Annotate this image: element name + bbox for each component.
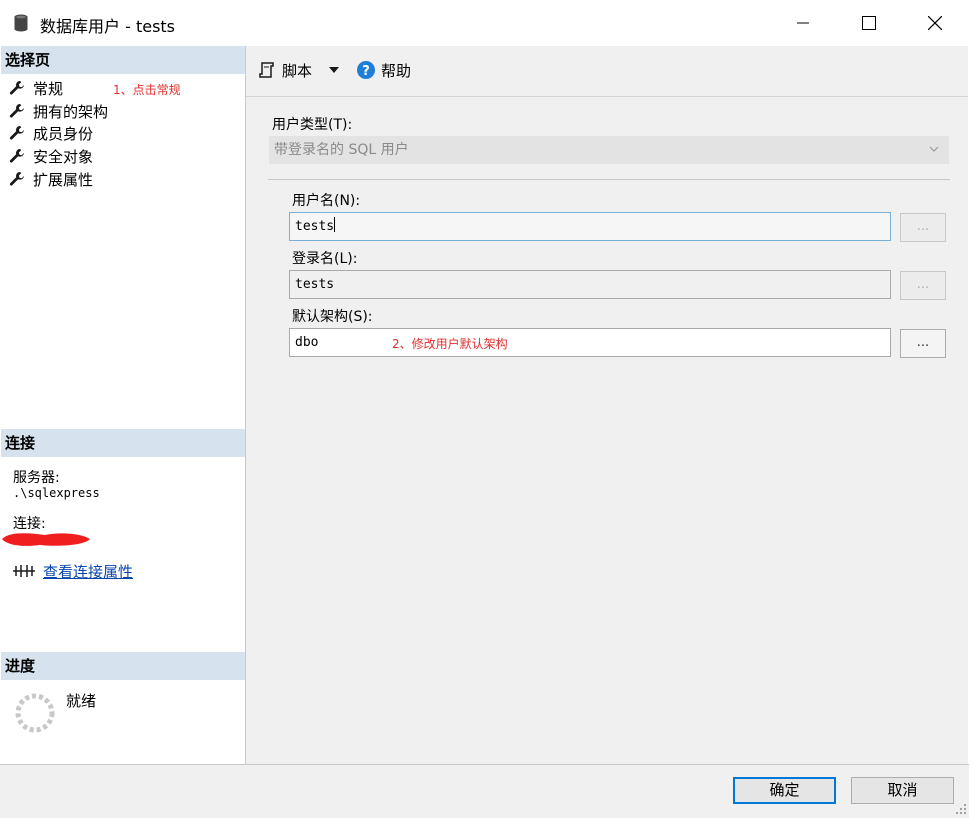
- toolbar: [246, 46, 968, 97]
- group-divider: [268, 179, 950, 180]
- view-connection-properties-link[interactable]: 查看连接属性: [43, 561, 133, 582]
- page-item-label: 常规: [33, 79, 64, 98]
- default-schema-browse-button[interactable]: ...: [900, 329, 946, 358]
- page-item-membership[interactable]: 成员身份: [9, 122, 93, 144]
- server-label: 服务器:: [13, 470, 60, 486]
- redaction-mark: [2, 533, 90, 546]
- ok-button[interactable]: 确定: [733, 777, 836, 804]
- cancel-button[interactable]: 取消: [851, 777, 954, 804]
- close-button[interactable]: [902, 0, 968, 46]
- connection-header: 连接: [1, 429, 245, 457]
- minimize-button[interactable]: [770, 0, 836, 46]
- progress-header: 进度: [1, 652, 245, 680]
- close-icon: [928, 16, 942, 30]
- server-value: .\sqlexpress: [13, 486, 100, 500]
- chevron-down-icon: [929, 146, 939, 152]
- page-item-extended-properties[interactable]: 扩展属性: [9, 168, 93, 190]
- annotation-click-general: 1、点击常规: [113, 83, 181, 97]
- wrench-icon: [9, 172, 24, 186]
- page-item-label: 拥有的架构: [33, 102, 109, 121]
- user-type-label: 用户类型(T):: [272, 117, 353, 133]
- page-item-general[interactable]: 常规: [9, 77, 63, 99]
- user-type-select[interactable]: 带登录名的 SQL 用户: [269, 136, 949, 164]
- page-item-label: 扩展属性: [33, 170, 94, 189]
- script-label: 脚本: [282, 61, 313, 80]
- annotation-modify-schema: 2、修改用户默认架构: [392, 337, 508, 351]
- help-icon: ?: [357, 61, 375, 79]
- connection-properties-icon: [13, 565, 35, 577]
- wrench-icon: [9, 81, 24, 95]
- svg-text:?: ?: [362, 64, 370, 79]
- window-title: 数据库用户 - tests: [40, 17, 176, 36]
- script-button[interactable]: 脚本: [258, 58, 342, 82]
- help-label: 帮助: [381, 61, 412, 80]
- wrench-icon: [9, 149, 24, 163]
- maximize-icon: [862, 16, 876, 30]
- text-cursor: [334, 217, 336, 232]
- database-icon: [14, 14, 28, 32]
- progress-status: 就绪: [66, 692, 97, 710]
- script-icon: [259, 62, 274, 78]
- user-name-label: 用户名(N):: [292, 193, 361, 209]
- minimize-icon: [797, 22, 809, 24]
- default-schema-input[interactable]: dbo: [289, 328, 891, 357]
- page-item-securables[interactable]: 安全对象: [9, 145, 93, 167]
- resize-grip-icon[interactable]: [955, 803, 967, 815]
- default-schema-label: 默认架构(S):: [292, 309, 373, 325]
- wrench-icon: [9, 104, 24, 118]
- page-item-label: 安全对象: [33, 147, 94, 166]
- login-name-browse-button[interactable]: ...: [900, 271, 946, 300]
- chevron-down-icon[interactable]: [326, 65, 342, 75]
- wrench-icon: [9, 126, 24, 140]
- login-name-input[interactable]: tests: [289, 270, 891, 299]
- progress-spinner-icon: [15, 693, 55, 733]
- user-name-value: tests: [295, 219, 335, 234]
- user-name-input[interactable]: tests: [289, 212, 891, 241]
- user-name-browse-button[interactable]: ...: [900, 213, 946, 242]
- page-item-owned-schemas[interactable]: 拥有的架构: [9, 100, 108, 122]
- login-name-label: 登录名(L):: [292, 251, 358, 267]
- maximize-button[interactable]: [836, 0, 902, 46]
- select-page-header: 选择页: [1, 46, 245, 74]
- help-button[interactable]: ? 帮助: [356, 58, 411, 82]
- page-item-label: 成员身份: [33, 124, 94, 143]
